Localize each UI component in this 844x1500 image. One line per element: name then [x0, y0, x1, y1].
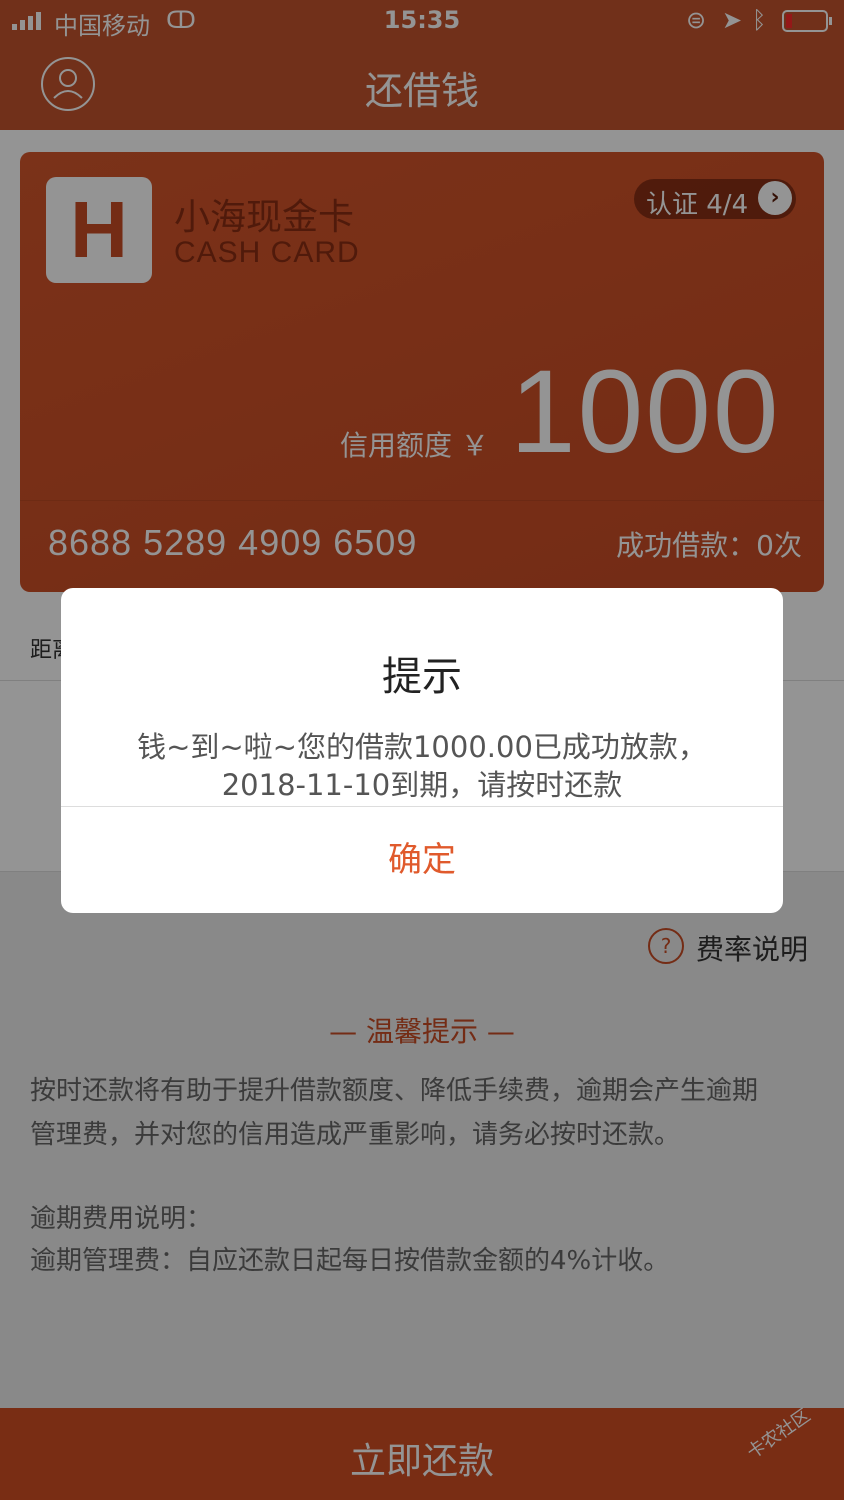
- dialog-title: 提示: [382, 654, 462, 700]
- confirm-button[interactable]: 确定: [61, 807, 783, 913]
- dialog-message-line: 钱~到~啦~您的借款1000.00已成功放款，: [137, 730, 707, 764]
- dialog-message-line: 2018-11-10到期，请按时还款: [221, 768, 623, 802]
- dialog-message: 钱~到~啦~您的借款1000.00已成功放款， 2018-11-10到期，请按时…: [61, 728, 783, 804]
- alert-dialog: 提示 钱~到~啦~您的借款1000.00已成功放款， 2018-11-10到期，…: [61, 588, 783, 913]
